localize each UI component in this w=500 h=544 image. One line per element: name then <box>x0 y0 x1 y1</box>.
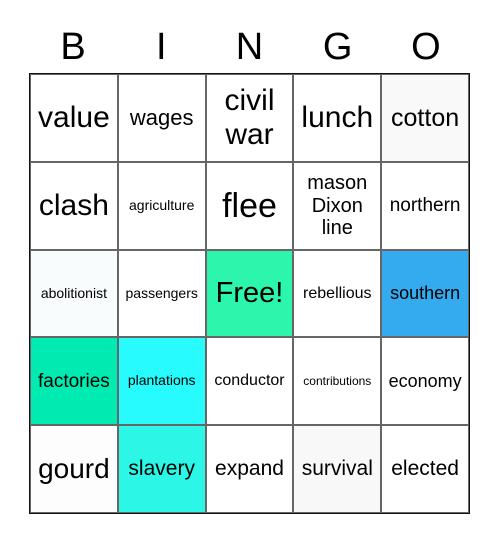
bingo-cell[interactable]: clash <box>30 161 118 250</box>
bingo-cell[interactable]: cotton <box>381 74 469 162</box>
bingo-cell[interactable]: abolitionist <box>30 249 118 338</box>
bingo-cell[interactable]: wages <box>117 74 206 162</box>
bingo-cell[interactable]: economy <box>381 337 469 426</box>
free-space-cell[interactable]: Free! <box>205 249 294 338</box>
header-letter-g: G <box>322 26 353 68</box>
header-letter-o: O <box>411 26 441 68</box>
bingo-cell[interactable]: flee <box>205 161 294 250</box>
bingo-cell[interactable]: passengers <box>117 249 206 338</box>
bingo-cell[interactable]: factories <box>30 337 118 426</box>
bingo-cell[interactable]: gourd <box>30 425 118 513</box>
bingo-cell[interactable]: survival <box>293 425 382 513</box>
bingo-cell[interactable]: elected <box>381 425 469 513</box>
bingo-grid: value wages civil war lunch cotton clash agric… <box>29 73 470 514</box>
bingo-cell[interactable]: slavery <box>117 425 206 513</box>
header-letter-i: I <box>156 26 167 68</box>
bingo-cell[interactable]: conductor <box>205 337 294 426</box>
bingo-cell[interactable]: mason Dixon line <box>293 161 382 250</box>
bingo-cell[interactable]: southern <box>381 249 469 338</box>
bingo-cell[interactable]: rebellious <box>293 249 382 338</box>
bingo-cell[interactable]: value <box>30 74 118 162</box>
bingo-cell[interactable]: expand <box>205 425 294 513</box>
bingo-cell[interactable]: agriculture <box>117 161 206 250</box>
header-letter-b: B <box>60 26 86 68</box>
header-letter-n: N <box>235 26 264 68</box>
bingo-cell[interactable]: plantations <box>117 337 206 426</box>
bingo-cell[interactable]: civil war <box>205 74 294 162</box>
bingo-cell[interactable]: lunch <box>293 74 382 162</box>
bingo-cell[interactable]: contributions <box>293 337 382 426</box>
bingo-cell[interactable]: northern <box>381 161 469 250</box>
bingo-header: B I N G O <box>29 22 470 72</box>
